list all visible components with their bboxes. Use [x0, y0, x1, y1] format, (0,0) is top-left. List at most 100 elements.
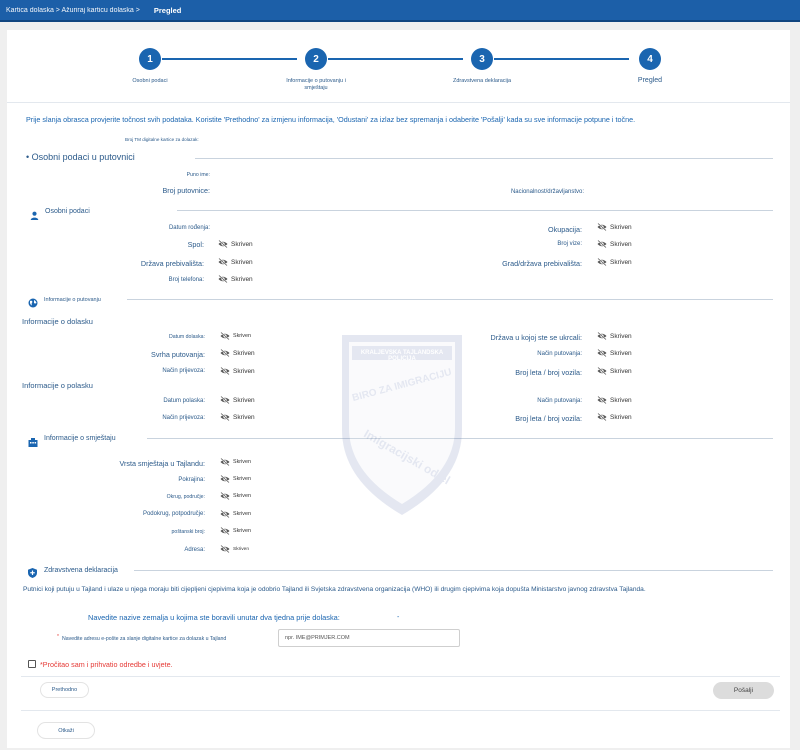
watermark-top-text: KRALJEVSKA TAJLANDSKA POLICIJA: [360, 350, 444, 362]
full-name-label: Puno ime:: [186, 172, 210, 178]
eye-slash-icon[interactable]: [597, 412, 607, 422]
address-value: Skriven: [220, 544, 249, 554]
step-2-circle[interactable]: 2: [305, 48, 327, 70]
eye-slash-icon[interactable]: [220, 474, 230, 484]
city-of-residence-label: Grad/država prebivališta:: [502, 259, 582, 268]
consent-label[interactable]: *Pročitao sam i prihvatio odredbe i uvje…: [40, 660, 173, 669]
eye-slash-icon[interactable]: [220, 395, 230, 405]
address-label: Adresa:: [184, 547, 205, 553]
eye-slash-icon[interactable]: [218, 274, 228, 284]
eye-slash-icon[interactable]: [220, 366, 230, 376]
hidden-text: Skriven: [233, 413, 255, 421]
divider: [21, 676, 780, 677]
hidden-text: Skriven: [231, 240, 253, 248]
accommodation-section-title: Informacije o smještaju: [44, 435, 116, 442]
eye-slash-icon[interactable]: [218, 239, 228, 249]
gender-label: Spol:: [187, 240, 204, 249]
arrival-info-title: Informacije o dolasku: [22, 317, 93, 326]
divider: [134, 570, 773, 571]
travel-section-title: Informacije o putovanju: [44, 297, 101, 303]
departure-date-label: Datum polaska:: [163, 398, 205, 404]
email-input[interactable]: npr. IME@PRIMJER.COM: [278, 629, 460, 647]
district-label: Okrug, područje:: [166, 494, 205, 500]
eye-slash-icon[interactable]: [220, 412, 230, 422]
occupation-value: Skriven: [597, 222, 632, 232]
eye-slash-icon[interactable]: [597, 222, 607, 232]
departure-flight-value: Skriven: [597, 412, 632, 422]
shield-icon: [28, 565, 37, 583]
eye-slash-icon[interactable]: [597, 348, 607, 358]
tm-card-number-label: Broj TM digitalne kartice za dolazak:: [125, 137, 199, 142]
step-3-circle[interactable]: 3: [471, 48, 493, 70]
departure-travel-mode-value: Skriven: [597, 395, 632, 405]
hidden-text: Skriven: [233, 511, 251, 517]
departure-flight-label: Broj leta / broj vozila:: [515, 414, 582, 423]
arrival-date-label: Datum dolaska:: [168, 334, 205, 340]
divider: [127, 299, 773, 300]
dob-label: Datum rođenja:: [168, 225, 210, 231]
eye-slash-icon[interactable]: [220, 509, 230, 519]
accommodation-type-label: Vrsta smještaja u Tajlandu:: [119, 459, 206, 468]
eye-slash-icon[interactable]: [597, 239, 607, 249]
immigration-bureau-watermark: KRALJEVSKA TAJLANDSKA POLICIJA BIRO ZA I…: [327, 320, 477, 520]
phone-label: Broj telefona:: [168, 277, 204, 283]
email-label: Navedite adresu e-pošte za slanje digita…: [62, 636, 227, 642]
submit-button[interactable]: Pošalji: [713, 682, 774, 699]
breadcrumb[interactable]: Kartica dolaska > Ažuriraj karticu dolas…: [6, 7, 140, 14]
visa-value: Skriven: [597, 239, 632, 249]
step-connector: [162, 58, 297, 60]
countries-visited-value: -: [397, 614, 400, 621]
hidden-text: Skriven: [231, 258, 253, 266]
country-of-residence-label: Država prebivališta:: [140, 259, 204, 268]
hidden-text: Skriven: [610, 396, 632, 404]
boarded-country-label: Država u kojoj ste se ukrcali:: [490, 333, 582, 342]
transport-value: Skriven: [220, 366, 255, 376]
hidden-text: Skriven: [610, 367, 632, 375]
departure-transport-label: Način prijevoza:: [162, 415, 205, 421]
health-declaration-text: Putnici koji putuju u Tajland i ulaze u …: [23, 586, 646, 593]
review-form-card: 1 2 3 4 Osobni podaci Informacije o puto…: [7, 30, 790, 748]
hidden-text: Skriven: [233, 333, 251, 339]
eye-slash-icon[interactable]: [597, 257, 607, 267]
province-value: Skriven: [220, 474, 251, 484]
visa-number-label: Broj vize:: [557, 241, 582, 247]
previous-button[interactable]: Prethodno: [40, 682, 89, 698]
eye-slash-icon[interactable]: [220, 457, 230, 467]
travel-mode-label: Način putovanja:: [537, 351, 582, 357]
hidden-text: Skriven: [610, 258, 632, 266]
eye-slash-icon[interactable]: [597, 331, 607, 341]
hidden-text: Skriven: [233, 396, 255, 404]
consent-checkbox[interactable]: [28, 660, 36, 668]
eye-slash-icon[interactable]: [597, 395, 607, 405]
personal-section-title: Osobni podaci: [45, 208, 90, 215]
step-connector: [494, 58, 629, 60]
eye-slash-icon[interactable]: [220, 544, 230, 554]
gender-value: Skriven: [218, 239, 253, 249]
hidden-text: Skriven: [233, 528, 251, 534]
purpose-value: Skriven: [220, 348, 255, 358]
hidden-text: Skriven: [233, 459, 251, 465]
eye-slash-icon[interactable]: [597, 366, 607, 376]
eye-slash-icon[interactable]: [220, 491, 230, 501]
flight-number-value: Skriven: [597, 366, 632, 376]
building-icon: [28, 434, 38, 452]
departure-date-value: Skriven: [220, 395, 255, 405]
eye-slash-icon[interactable]: [220, 526, 230, 536]
globe-icon: [28, 295, 38, 313]
cancel-button[interactable]: Otkaži: [37, 722, 95, 739]
step-1-circle[interactable]: 1: [139, 48, 161, 70]
step-4-circle[interactable]: 4: [639, 48, 661, 70]
eye-slash-icon[interactable]: [218, 257, 228, 267]
hidden-text: Skriven: [233, 476, 251, 482]
hidden-text: Skriven: [233, 349, 255, 357]
transport-label: Način prijevoza:: [162, 368, 205, 374]
arrival-date-value: Skriven: [220, 331, 251, 341]
divider: [21, 710, 780, 711]
eye-slash-icon[interactable]: [220, 348, 230, 358]
intro-text: Prije slanja obrasca provjerite točnost …: [26, 115, 636, 124]
departure-info-title: Informacije o polasku: [22, 381, 93, 390]
passport-section-title: • Osobni podaci u putovnici: [26, 152, 135, 162]
eye-slash-icon[interactable]: [220, 331, 230, 341]
boarded-country-value: Skriven: [597, 331, 632, 341]
hidden-text: Skriven: [231, 275, 253, 283]
